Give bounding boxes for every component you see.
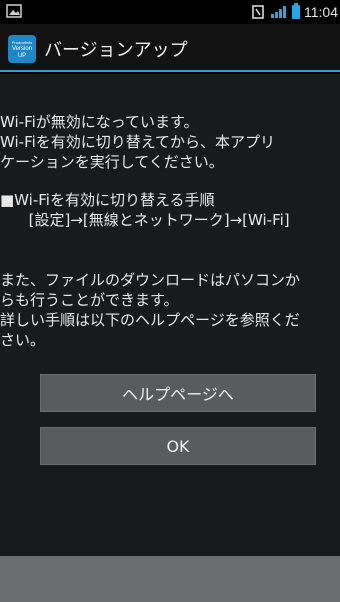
- help-page-button[interactable]: ヘルプページへ: [40, 374, 316, 412]
- app-icon: ProductInfo Version UP: [8, 35, 36, 63]
- app-icon-text-3: UP: [17, 52, 27, 59]
- bottom-bar: [0, 556, 340, 602]
- picture-icon: [6, 4, 22, 18]
- page-title: バージョンアップ: [44, 40, 188, 61]
- wifi-steps-message: ■Wi-Fiを有効に切り替える手順 [設定]→[無線とネットワーク]→[Wi-F…: [0, 191, 290, 229]
- app-icon-text-1: ProductInfo: [11, 39, 33, 45]
- status-bar: 11:04: [0, 0, 340, 24]
- action-bar: ProductInfo Version UP バージョンアップ: [0, 24, 340, 72]
- download-info-message: また、ファイルのダウンロードはパソコンか らも行うことができます。 詳しい手順は…: [0, 271, 301, 349]
- ok-button[interactable]: OK: [40, 427, 316, 465]
- lte-signal-icon: [271, 6, 286, 18]
- status-time: 11:04: [304, 4, 338, 20]
- dialog-content: Wi-Fiが無効になっています。 Wi-Fiを有効に切り替えてから、本アプリ ケ…: [0, 74, 340, 556]
- battery-icon: [292, 3, 300, 19]
- app-icon-text-2: Version: [11, 45, 32, 52]
- nfc-icon: [252, 5, 264, 19]
- wifi-disabled-message: Wi-Fiが無効になっています。 Wi-Fiを有効に切り替えてから、本アプリ ケ…: [0, 113, 276, 171]
